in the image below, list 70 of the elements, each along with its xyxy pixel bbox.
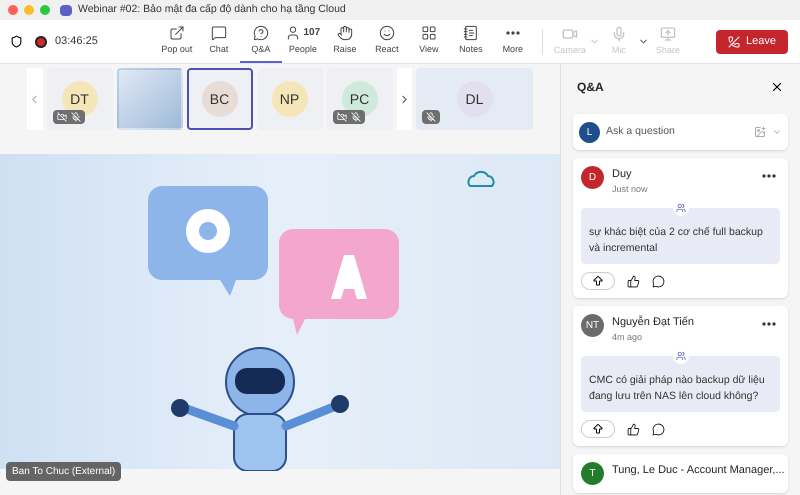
pop-out-icon (168, 24, 185, 41)
question-bubble-icon (252, 24, 269, 41)
notes-icon (462, 24, 479, 41)
upvote-icon (592, 423, 604, 435)
toolbar-label: View (419, 42, 438, 56)
question-time: Just now (612, 182, 649, 196)
like-icon[interactable] (627, 274, 640, 288)
participant-tile[interactable]: BC (186, 68, 252, 130)
share-screen-icon (660, 26, 676, 42)
grid-icon (420, 24, 437, 41)
participant-avatar: DL (456, 81, 492, 117)
chat-icon (210, 24, 227, 41)
people-count: 107 (303, 26, 320, 40)
toolbar-button[interactable]: More (492, 20, 534, 62)
toolbar-button[interactable]: View (408, 20, 450, 62)
toolbar-button[interactable]: Pop out (156, 20, 198, 62)
presenter-label: Ban To Chuc (External) (6, 462, 122, 481)
toolbar-button[interactable]: Chat (198, 20, 240, 62)
app-logo-icon (60, 4, 72, 16)
participant-tile[interactable]: DT (46, 68, 112, 130)
smiley-icon (378, 24, 395, 41)
cloud-logo-icon (466, 170, 496, 188)
toolbar-label: Pop out (161, 42, 192, 56)
upvote-button[interactable] (581, 272, 615, 290)
close-window-button[interactable] (8, 5, 18, 15)
more-icon[interactable] (762, 322, 776, 326)
more-icon (506, 30, 520, 35)
author-avatar: D (581, 166, 604, 189)
upvote-button[interactable] (581, 420, 615, 438)
panel-title: Q&A (577, 79, 604, 96)
toolbar-label: People (288, 42, 317, 56)
question-input[interactable]: Ask a question (606, 124, 748, 140)
toolbar-button[interactable]: Raise (324, 20, 366, 62)
participant-avatar: NP (272, 81, 308, 117)
window-title: Webinar #02: Bảo mật đa cấp độ dành cho hạ tầng Cloud (78, 2, 346, 18)
hand-icon (336, 24, 353, 41)
leave-button[interactable]: Leave (716, 30, 788, 54)
toolbar-label: React (375, 42, 399, 56)
toolbar-label: Notes (459, 42, 483, 56)
mic-icon (610, 26, 627, 42)
toolbar-button[interactable]: React (366, 20, 408, 62)
participant-tile[interactable]: PC (326, 68, 392, 130)
participant-avatar: BC (202, 81, 238, 117)
question-text: sự khác biệt của 2 cơ chế full backup và incremental (581, 208, 780, 264)
participant-tile[interactable]: DL (416, 68, 533, 130)
toolbar-label: Chat (209, 42, 228, 56)
author-avatar: T (581, 462, 604, 485)
more-icon[interactable] (762, 174, 776, 178)
toolbar-label: Raise (333, 42, 356, 56)
toolbar-button[interactable]: Notes (450, 20, 492, 62)
toolbar-button[interactable]: 107 People (282, 20, 324, 62)
author-name: Nguyễn Đạt Tiến (612, 314, 695, 330)
upvote-icon (592, 275, 604, 287)
question-time: 4m ago (612, 330, 644, 344)
author-avatar: NT (581, 314, 604, 337)
participant-tile[interactable]: NP (256, 68, 322, 130)
toolbar-label: More (502, 42, 524, 56)
reply-icon[interactable] (652, 422, 665, 436)
question-text: CMC có giải pháp nào backup dữ liệu đang lưu trên NAS lên cloud không? (581, 356, 780, 412)
user-avatar: L (579, 122, 600, 142)
reply-icon[interactable] (652, 274, 665, 288)
toolbar-button[interactable]: Q&A (240, 20, 282, 62)
close-icon[interactable] (770, 80, 784, 94)
like-icon[interactable] (627, 422, 640, 436)
ask-question-field[interactable]: L Ask a question (573, 114, 788, 150)
hang-up-icon (728, 36, 740, 48)
shield-icon[interactable] (10, 35, 23, 48)
meeting-timer: 03:46:25 (55, 34, 98, 50)
author-name: Duy (612, 167, 633, 182)
toolbar-label: Q&A (251, 42, 270, 56)
